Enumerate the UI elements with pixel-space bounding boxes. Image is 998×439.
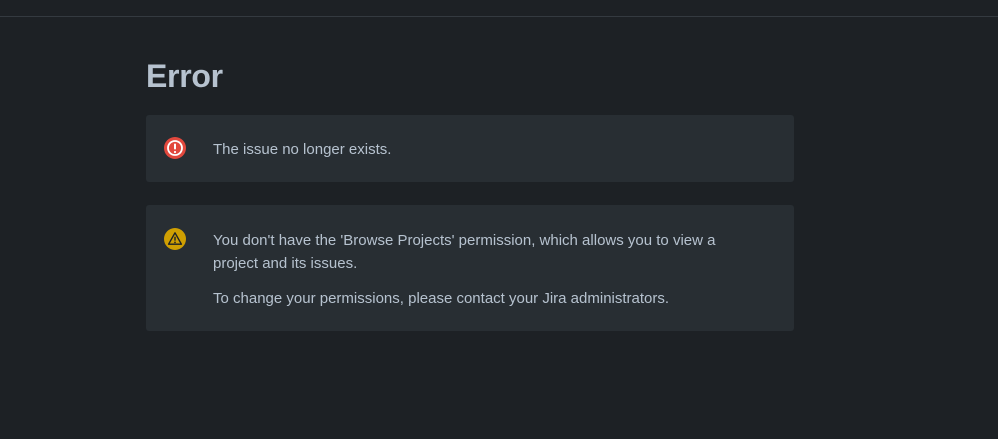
warning-message-panel: You don't have the 'Browse Projects' per… bbox=[146, 205, 794, 331]
warning-message-line: You don't have the 'Browse Projects' per… bbox=[213, 232, 716, 272]
warning-message-text: You don't have the 'Browse Projects' per… bbox=[213, 229, 754, 310]
error-message-text: The issue no longer exists. bbox=[213, 138, 754, 161]
error-icon bbox=[164, 137, 186, 159]
error-message-panel: The issue no longer exists. bbox=[146, 115, 794, 182]
warning-icon bbox=[164, 228, 186, 250]
warning-message-line: To change your permissions, please conta… bbox=[213, 290, 670, 307]
page-title: Error bbox=[146, 58, 223, 94]
error-page-content: Error The issue no longer exists. You do… bbox=[146, 56, 794, 331]
error-message-line: The issue no longer exists. bbox=[213, 141, 392, 158]
top-navigation-bar bbox=[0, 0, 998, 17]
